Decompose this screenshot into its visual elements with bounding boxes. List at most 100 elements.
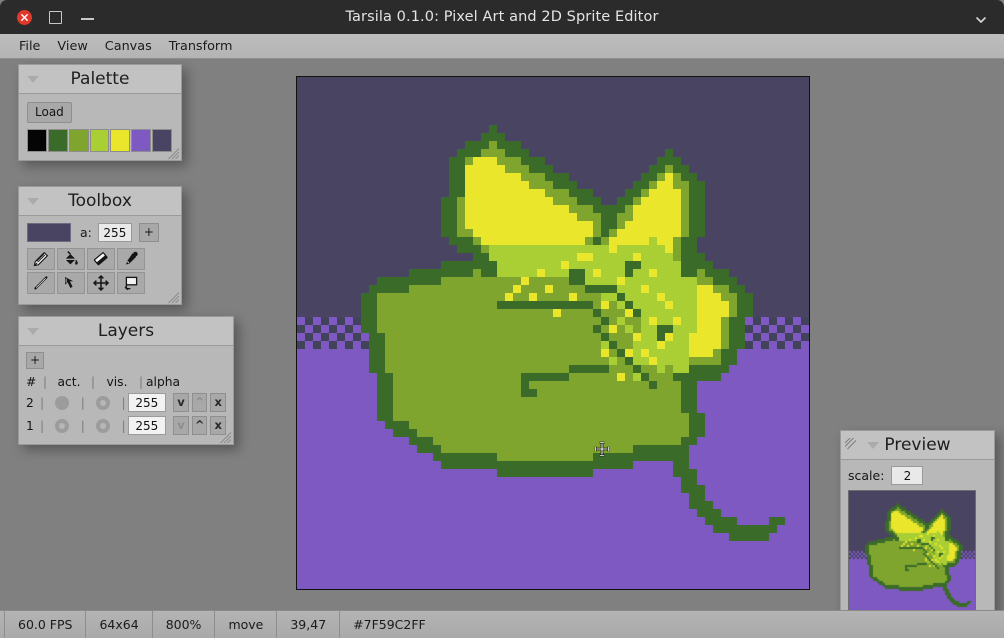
layer-row[interactable]: 1 | | | 255 v ^ x [26, 414, 226, 437]
status-tool: move [215, 610, 278, 638]
layer-rows: 2 | | | 255 v ^ x 1 | | | 255 v ^ x [26, 391, 226, 437]
swatch-lime[interactable] [89, 129, 110, 152]
toolbox-title: Toolbox [68, 191, 132, 211]
palette-swatch-row [27, 129, 173, 152]
menu-view[interactable]: View [49, 37, 95, 56]
preview-scale-input[interactable]: 2 [891, 466, 924, 485]
menu-bar: File View Canvas Transform [0, 34, 1004, 59]
canvas-surface[interactable] [297, 77, 809, 589]
pixel-art-canvas[interactable] [296, 76, 810, 590]
layer-delete-button[interactable]: x [210, 416, 226, 435]
triangle-down-icon[interactable] [27, 76, 39, 83]
line-icon [32, 274, 50, 292]
layer-active-radio[interactable] [55, 418, 70, 433]
col-divider: | [138, 375, 144, 389]
swatch-dark-green[interactable] [47, 129, 68, 152]
layer-visible-toggle[interactable] [96, 418, 111, 433]
col-header-index: # [26, 375, 37, 389]
swatch-purple[interactable] [131, 129, 152, 152]
preview-scale-row: scale: 2 [848, 466, 987, 485]
triangle-down-icon[interactable] [27, 328, 39, 335]
add-layer-button[interactable]: + [26, 352, 44, 369]
col-header-active: act. [57, 375, 81, 389]
layer-move-down-button[interactable]: v [173, 393, 189, 412]
row-divider: | [40, 395, 45, 410]
swatch-black[interactable] [27, 129, 47, 152]
layer-move-down-button[interactable]: v [173, 416, 189, 435]
layer-active-radio[interactable] [55, 395, 70, 410]
move-tool[interactable] [87, 272, 115, 294]
chevron-down-icon[interactable] [974, 11, 988, 23]
layers-title: Layers [97, 321, 155, 341]
status-bar: 60.0 FPS 64x64 800% move 39,47 #7F59C2FF [0, 610, 1004, 638]
menu-file[interactable]: File [11, 37, 48, 56]
layer-active-radio-cell [46, 418, 78, 433]
eyedropper-tool[interactable] [117, 248, 145, 270]
palette-body: Load [19, 94, 181, 160]
menu-transform[interactable]: Transform [161, 37, 241, 56]
layer-index: 1 [26, 418, 34, 433]
swatch-yellow[interactable] [110, 129, 131, 152]
title-bar: Tarsila 0.1.0: Pixel Art and 2D Sprite E… [0, 0, 1004, 34]
line-tool[interactable] [27, 272, 55, 294]
move-cross-icon [92, 274, 110, 292]
eraser-tool[interactable] [87, 248, 115, 270]
row-divider: | [80, 395, 85, 410]
preview-scale-label: scale: [848, 468, 885, 483]
eraser-icon [92, 250, 110, 268]
preview-header[interactable]: Preview [841, 431, 994, 460]
row-divider: | [121, 395, 126, 410]
palette-header[interactable]: Palette [19, 65, 181, 94]
layers-header[interactable]: Layers [19, 317, 233, 346]
layer-alpha-input[interactable]: 255 [127, 416, 166, 435]
preview-panel: Preview scale: 2 [840, 430, 995, 627]
layer-move-up-button[interactable]: ^ [191, 416, 208, 435]
status-fps: 60.0 FPS [4, 610, 87, 638]
status-color-hex: #7F59C2FF [353, 617, 426, 632]
col-header-visible: vis. [106, 375, 128, 389]
status-coords: 39,47 [277, 610, 341, 638]
preview-thumbnail [848, 490, 976, 618]
cursor-arrow-icon [62, 274, 80, 292]
triangle-down-icon[interactable] [867, 442, 879, 449]
status-zoom: 800% [153, 610, 216, 638]
layer-delete-button[interactable]: x [210, 393, 226, 412]
palette-load-button[interactable]: Load [27, 102, 72, 123]
layers-table: # | act. | vis. | alpha 2 | | | 255 v ^ x 1 | | | 25… [26, 373, 226, 437]
layer-visible-toggle[interactable] [96, 395, 111, 410]
toolbox-panel: Toolbox a: 255 + [18, 186, 182, 305]
app-window: Tarsila 0.1.0: Pixel Art and 2D Sprite E… [0, 0, 1004, 638]
alpha-input[interactable]: 255 [97, 223, 132, 242]
layers-header-row: # | act. | vis. | alpha [26, 373, 226, 391]
add-color-button[interactable]: + [138, 223, 159, 242]
bucket-tool[interactable] [57, 248, 85, 270]
preview-canvas-surface [849, 491, 975, 617]
pencil-icon [32, 250, 50, 268]
layer-row[interactable]: 2 | | | 255 v ^ x [26, 391, 226, 414]
layer-alpha-input[interactable]: 255 [127, 393, 166, 412]
status-canvas-size: 64x64 [86, 610, 153, 638]
select-tool[interactable] [57, 272, 85, 294]
menu-canvas[interactable]: Canvas [97, 37, 160, 56]
toolbox-color-row: a: 255 + [27, 223, 173, 242]
rectangle-tool[interactable] [117, 272, 145, 294]
pencil-tool[interactable] [27, 248, 55, 270]
paint-bucket-icon [62, 250, 80, 268]
row-divider: | [80, 418, 85, 433]
layers-panel: Layers + # | act. | vis. | alpha 2 | | | 255… [18, 316, 234, 445]
col-divider: | [42, 375, 48, 389]
preview-body: scale: 2 [841, 460, 994, 626]
preview-resize-grip[interactable] [844, 435, 857, 450]
toolbox-header[interactable]: Toolbox [19, 187, 181, 216]
col-header-alpha: alpha [146, 375, 181, 389]
swatch-dark-purple[interactable] [152, 129, 173, 152]
layers-body: + # | act. | vis. | alpha 2 | | | 255 v ^ x 1 | | |… [19, 346, 233, 444]
current-color-swatch[interactable] [27, 223, 71, 242]
triangle-down-icon[interactable] [27, 198, 39, 205]
swatch-green[interactable] [68, 129, 89, 152]
layer-index: 2 [26, 395, 34, 410]
layer-alpha-cell: 255 [127, 416, 170, 435]
layer-visible-radio-cell [87, 418, 119, 433]
layer-move-up-button[interactable]: ^ [191, 393, 208, 412]
palette-title: Palette [70, 69, 130, 89]
